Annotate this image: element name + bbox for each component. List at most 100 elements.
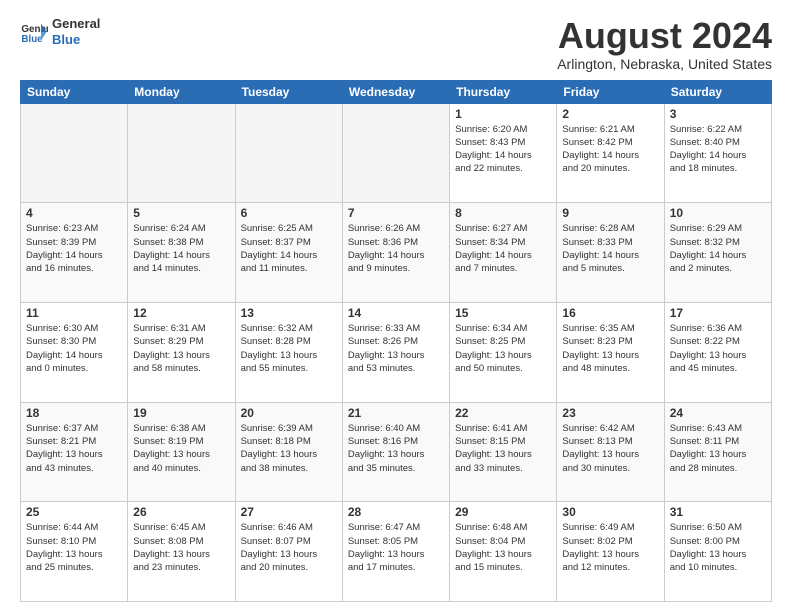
calendar-cell-13: 13 Sunrise: 6:32 AM Sunset: 8:28 PM Dayli…: [235, 302, 342, 402]
calendar-cell-21: 21Sunrise: 6:40 AM Sunset: 8:16 PM Dayli…: [342, 402, 449, 502]
day-number: 10: [670, 206, 766, 220]
day-number: 28: [348, 505, 444, 519]
day-number: 26: [133, 505, 229, 519]
calendar-cell-20: 20 Sunrise: 6:39 AM Sunset: 8:18 PM Dayli…: [235, 402, 342, 502]
calendar-cell-8: 8Sunrise: 6:27 AM Sunset: 8:34 PM Daylig…: [450, 203, 557, 303]
day-number: 17: [670, 306, 766, 320]
calendar-cell-6: 6Sunrise: 6:25 AM Sunset: 8:37 PM Daylig…: [235, 203, 342, 303]
day-info: Sunrise: 6:48 AM Sunset: 8:04 PM Dayligh…: [455, 521, 551, 574]
calendar-cell-empty: [342, 103, 449, 203]
calendar-cell-19: 19Sunrise: 6:38 AM Sunset: 8:19 PM Dayli…: [128, 402, 235, 502]
calendar-header-thursday: Thursday: [450, 80, 557, 103]
day-number: 31: [670, 505, 766, 519]
title-block: August 2024 Arlington, Nebraska, United …: [557, 16, 772, 72]
day-number: 12: [133, 306, 229, 320]
calendar-cell-10: 10 Sunrise: 6:29 AM Sunset: 8:32 PM Dayli…: [664, 203, 771, 303]
calendar-cell-1: 1Sunrise: 6:20 AM Sunset: 8:43 PM Daylig…: [450, 103, 557, 203]
day-info: Sunrise: 6:38 AM Sunset: 8:19 PM Dayligh…: [133, 422, 229, 475]
day-number: 14: [348, 306, 444, 320]
calendar-week-4: 25Sunrise: 6:44 AM Sunset: 8:10 PM Dayli…: [21, 502, 772, 602]
location: Arlington, Nebraska, United States: [557, 56, 772, 72]
day-number: 11: [26, 306, 122, 320]
day-info: Sunrise: 6:37 AM Sunset: 8:21 PM Dayligh…: [26, 422, 122, 475]
calendar-cell-empty: [21, 103, 128, 203]
day-number: 22: [455, 406, 551, 420]
day-info: Sunrise: 6:33 AM Sunset: 8:26 PM Dayligh…: [348, 322, 444, 375]
day-number: 15: [455, 306, 551, 320]
calendar-cell-4: 4Sunrise: 6:23 AM Sunset: 8:39 PM Daylig…: [21, 203, 128, 303]
calendar-table: SundayMondayTuesdayWednesdayThursdayFrid…: [20, 80, 772, 602]
day-info: Sunrise: 6:46 AM Sunset: 8:07 PM Dayligh…: [241, 521, 337, 574]
calendar-week-3: 18 Sunrise: 6:37 AM Sunset: 8:21 PM Dayli…: [21, 402, 772, 502]
day-info: Sunrise: 6:35 AM Sunset: 8:23 PM Dayligh…: [562, 322, 658, 375]
day-info: Sunrise: 6:45 AM Sunset: 8:08 PM Dayligh…: [133, 521, 229, 574]
calendar-week-0: 1Sunrise: 6:20 AM Sunset: 8:43 PM Daylig…: [21, 103, 772, 203]
day-number: 16: [562, 306, 658, 320]
calendar-cell-23: 23Sunrise: 6:42 AM Sunset: 8:13 PM Dayli…: [557, 402, 664, 502]
header: General Blue General Blue August 2024 Ar…: [20, 16, 772, 72]
day-info: Sunrise: 6:29 AM Sunset: 8:32 PM Dayligh…: [670, 222, 766, 275]
calendar-cell-2: 2 Sunrise: 6:21 AM Sunset: 8:42 PM Daylig…: [557, 103, 664, 203]
day-info: Sunrise: 6:50 AM Sunset: 8:00 PM Dayligh…: [670, 521, 766, 574]
day-info: Sunrise: 6:28 AM Sunset: 8:33 PM Dayligh…: [562, 222, 658, 275]
day-info: Sunrise: 6:21 AM Sunset: 8:42 PM Dayligh…: [562, 123, 658, 176]
calendar-cell-22: 22 Sunrise: 6:41 AM Sunset: 8:15 PM Dayli…: [450, 402, 557, 502]
calendar-cell-empty: [235, 103, 342, 203]
day-info: Sunrise: 6:20 AM Sunset: 8:43 PM Dayligh…: [455, 123, 551, 176]
day-info: Sunrise: 6:43 AM Sunset: 8:11 PM Dayligh…: [670, 422, 766, 475]
day-number: 27: [241, 505, 337, 519]
day-number: 4: [26, 206, 122, 220]
calendar-header-saturday: Saturday: [664, 80, 771, 103]
day-number: 13: [241, 306, 337, 320]
calendar-header-sunday: Sunday: [21, 80, 128, 103]
day-info: Sunrise: 6:32 AM Sunset: 8:28 PM Dayligh…: [241, 322, 337, 375]
day-info: Sunrise: 6:25 AM Sunset: 8:37 PM Dayligh…: [241, 222, 337, 275]
calendar-cell-30: 30Sunrise: 6:49 AM Sunset: 8:02 PM Dayli…: [557, 502, 664, 602]
day-number: 23: [562, 406, 658, 420]
calendar-cell-28: 28Sunrise: 6:47 AM Sunset: 8:05 PM Dayli…: [342, 502, 449, 602]
calendar-cell-25: 25Sunrise: 6:44 AM Sunset: 8:10 PM Dayli…: [21, 502, 128, 602]
day-number: 7: [348, 206, 444, 220]
day-number: 9: [562, 206, 658, 220]
logo: General Blue General Blue: [20, 16, 100, 47]
calendar-header-friday: Friday: [557, 80, 664, 103]
logo-icon: General Blue: [20, 18, 48, 46]
calendar-header-row: SundayMondayTuesdayWednesdayThursdayFrid…: [21, 80, 772, 103]
month-title: August 2024: [557, 16, 772, 56]
calendar-cell-14: 14 Sunrise: 6:33 AM Sunset: 8:26 PM Dayli…: [342, 302, 449, 402]
calendar-header-tuesday: Tuesday: [235, 80, 342, 103]
logo-text-line2: Blue: [52, 32, 100, 48]
calendar-cell-empty: [128, 103, 235, 203]
calendar-cell-31: 31 Sunrise: 6:50 AM Sunset: 8:00 PM Dayli…: [664, 502, 771, 602]
logo-text-line1: General: [52, 16, 100, 32]
day-number: 2: [562, 107, 658, 121]
day-info: Sunrise: 6:49 AM Sunset: 8:02 PM Dayligh…: [562, 521, 658, 574]
day-info: Sunrise: 6:30 AM Sunset: 8:30 PM Dayligh…: [26, 322, 122, 375]
calendar-header-monday: Monday: [128, 80, 235, 103]
day-info: Sunrise: 6:34 AM Sunset: 8:25 PM Dayligh…: [455, 322, 551, 375]
day-info: Sunrise: 6:39 AM Sunset: 8:18 PM Dayligh…: [241, 422, 337, 475]
calendar-cell-5: 5Sunrise: 6:24 AM Sunset: 8:38 PM Daylig…: [128, 203, 235, 303]
day-info: Sunrise: 6:26 AM Sunset: 8:36 PM Dayligh…: [348, 222, 444, 275]
calendar-cell-24: 24Sunrise: 6:43 AM Sunset: 8:11 PM Dayli…: [664, 402, 771, 502]
calendar-week-1: 4Sunrise: 6:23 AM Sunset: 8:39 PM Daylig…: [21, 203, 772, 303]
page: General Blue General Blue August 2024 Ar…: [0, 0, 792, 612]
calendar-cell-11: 11 Sunrise: 6:30 AM Sunset: 8:30 PM Dayli…: [21, 302, 128, 402]
calendar-week-2: 11 Sunrise: 6:30 AM Sunset: 8:30 PM Dayli…: [21, 302, 772, 402]
day-number: 20: [241, 406, 337, 420]
day-info: Sunrise: 6:27 AM Sunset: 8:34 PM Dayligh…: [455, 222, 551, 275]
calendar-cell-15: 15 Sunrise: 6:34 AM Sunset: 8:25 PM Dayli…: [450, 302, 557, 402]
day-number: 18: [26, 406, 122, 420]
day-info: Sunrise: 6:44 AM Sunset: 8:10 PM Dayligh…: [26, 521, 122, 574]
calendar-cell-26: 26 Sunrise: 6:45 AM Sunset: 8:08 PM Dayli…: [128, 502, 235, 602]
calendar-cell-18: 18 Sunrise: 6:37 AM Sunset: 8:21 PM Dayli…: [21, 402, 128, 502]
calendar-cell-29: 29Sunrise: 6:48 AM Sunset: 8:04 PM Dayli…: [450, 502, 557, 602]
day-info: Sunrise: 6:31 AM Sunset: 8:29 PM Dayligh…: [133, 322, 229, 375]
calendar-cell-12: 12 Sunrise: 6:31 AM Sunset: 8:29 PM Dayli…: [128, 302, 235, 402]
calendar-cell-9: 9 Sunrise: 6:28 AM Sunset: 8:33 PM Daylig…: [557, 203, 664, 303]
day-info: Sunrise: 6:41 AM Sunset: 8:15 PM Dayligh…: [455, 422, 551, 475]
calendar-cell-17: 17Sunrise: 6:36 AM Sunset: 8:22 PM Dayli…: [664, 302, 771, 402]
calendar-cell-7: 7 Sunrise: 6:26 AM Sunset: 8:36 PM Daylig…: [342, 203, 449, 303]
calendar-cell-16: 16 Sunrise: 6:35 AM Sunset: 8:23 PM Dayli…: [557, 302, 664, 402]
day-number: 3: [670, 107, 766, 121]
